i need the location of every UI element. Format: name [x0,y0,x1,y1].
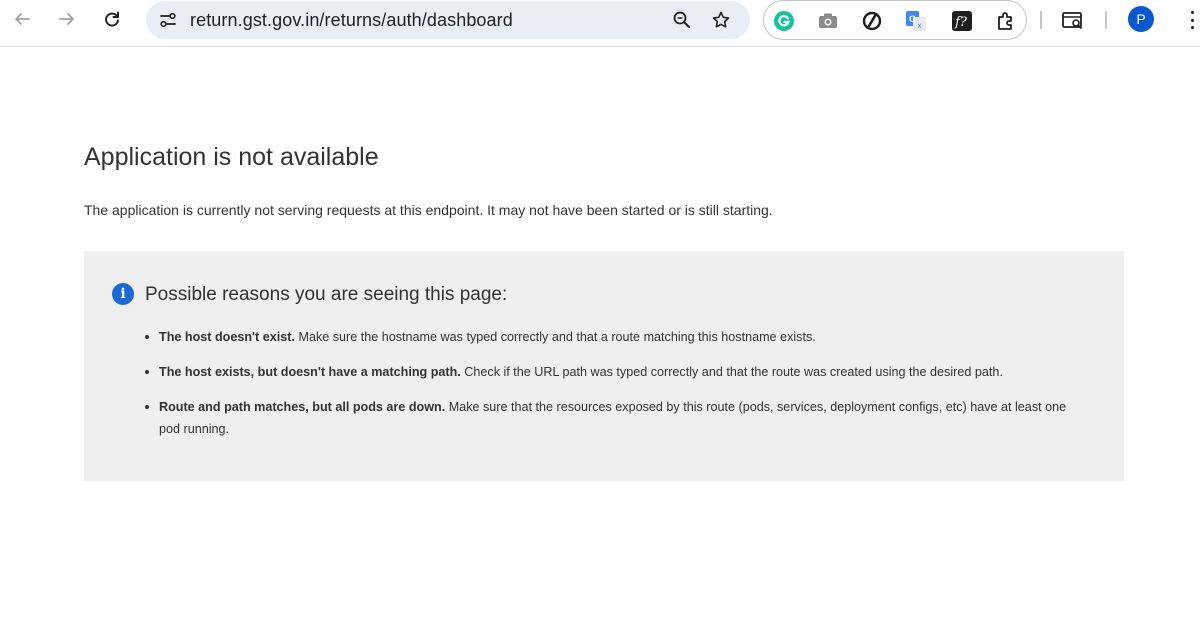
back-arrow-icon[interactable] [9,6,35,32]
info-icon: i [112,283,134,305]
bookmark-star-icon[interactable] [709,8,733,32]
grammarly-icon[interactable] [772,9,796,33]
search-tabs-icon[interactable] [1061,8,1085,32]
list-item: The host doesn't exist. Make sure the ho… [145,326,1085,348]
profile-avatar[interactable]: P [1128,6,1154,32]
camera-icon[interactable] [816,9,840,33]
reason-heading: The host doesn't exist. [159,330,295,344]
browser-toolbar: return.gst.gov.in/returns/auth/dashboard… [0,0,1200,47]
menu-dots-icon[interactable] [1186,8,1198,32]
svg-text:f?: f? [954,15,968,30]
svg-text:x: x [918,21,922,30]
speed-dial-icon[interactable] [860,9,884,33]
reasons-list: The host doesn't exist. Make sure the ho… [145,326,1085,453]
page-title: Application is not available [84,143,379,171]
google-translate-icon[interactable]: Gx [904,9,928,33]
extensions-group: Gx f? [763,0,1027,40]
reason-text: Make sure the hostname was typed correct… [294,330,816,344]
reason-text: Check if the URL path was typed correctl… [460,365,1003,379]
reason-heading: The host exists, but doesn't have a matc… [159,365,461,379]
extensions-puzzle-icon[interactable] [994,9,1018,33]
svg-text:G: G [909,14,916,24]
address-bar[interactable]: return.gst.gov.in/returns/auth/dashboard [146,1,750,39]
fonts-ninja-icon[interactable]: f? [950,9,974,33]
reload-icon[interactable] [99,6,125,32]
toolbar-divider [1105,11,1107,29]
url-text[interactable]: return.gst.gov.in/returns/auth/dashboard [190,10,513,31]
reasons-panel: i Possible reasons you are seeing this p… [84,251,1124,481]
panel-title: Possible reasons you are seeing this pag… [145,284,508,305]
site-info-icon[interactable] [156,8,180,32]
page-description: The application is currently not serving… [84,202,773,218]
forward-arrow-icon[interactable] [54,6,80,32]
list-item: Route and path matches, but all pods are… [145,396,1085,440]
list-item: The host exists, but doesn't have a matc… [145,361,1085,383]
toolbar-divider [1040,11,1042,29]
reason-heading: Route and path matches, but all pods are… [159,400,446,414]
zoom-icon[interactable] [670,8,694,32]
